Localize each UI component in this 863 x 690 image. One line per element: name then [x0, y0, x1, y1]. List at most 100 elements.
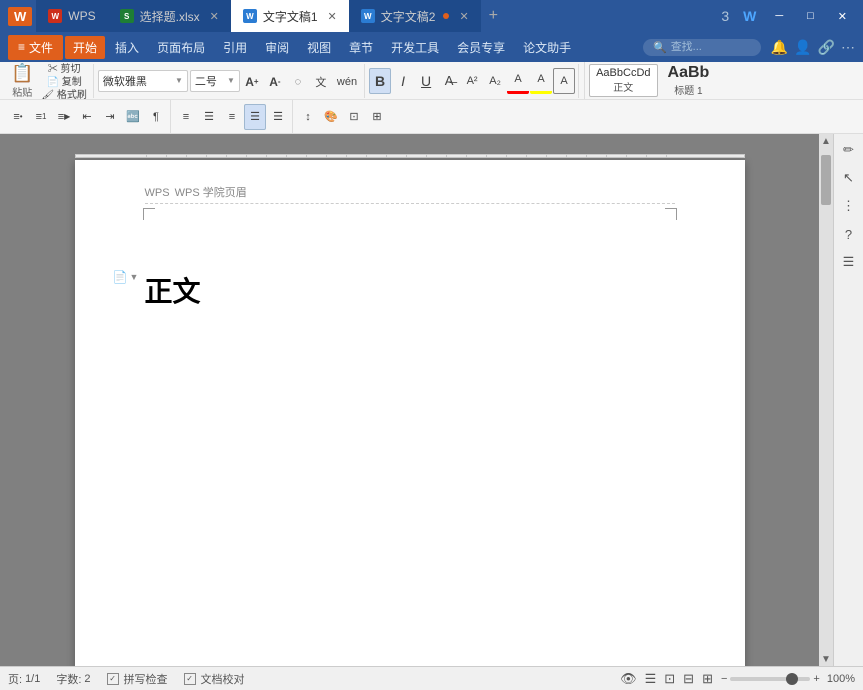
- tab-close-doc1[interactable]: ✕: [328, 10, 337, 23]
- style-normal-button[interactable]: AaBbCcDd 正文: [589, 64, 657, 97]
- clear-format-button[interactable]: ◌: [287, 69, 309, 95]
- list-num-button[interactable]: ≡1: [30, 104, 52, 130]
- eye-icon[interactable]: 👁: [620, 671, 637, 687]
- align-center-button[interactable]: ☰: [198, 104, 220, 130]
- wencao-button[interactable]: 文: [310, 69, 332, 95]
- tab-icon-wps: W: [48, 9, 62, 23]
- border-button[interactable]: ⊡: [343, 104, 365, 130]
- strikethrough-button[interactable]: A̶: [438, 68, 460, 94]
- paragraph-icon-area[interactable]: 📄 ▼: [113, 270, 139, 284]
- scroll-track[interactable]: [821, 150, 831, 650]
- format-brush-button[interactable]: 🖌 格式刷: [38, 88, 89, 100]
- superscript-button[interactable]: A²: [461, 68, 483, 94]
- doc-page[interactable]: WPS WPS 学院页眉 📄 ▼ 正文: [75, 160, 745, 666]
- zoom-thumb[interactable]: [786, 673, 798, 685]
- menu-item-chapter[interactable]: 章节: [341, 36, 381, 59]
- doc-check-checkbox[interactable]: ✓: [184, 673, 196, 685]
- zoom-slider[interactable]: [730, 677, 810, 681]
- align-justify-button[interactable]: ☰: [244, 104, 266, 130]
- outdent-button[interactable]: ⇤: [76, 104, 98, 130]
- right-sidebar-help-button[interactable]: ?: [837, 222, 861, 246]
- menu-item-start[interactable]: 开始: [65, 36, 105, 59]
- share-icon[interactable]: 🔗: [818, 39, 835, 56]
- cut-button[interactable]: ✂ 剪切: [38, 62, 89, 74]
- menu-item-review[interactable]: 审阅: [257, 36, 297, 59]
- indent-button[interactable]: ⇥: [99, 104, 121, 130]
- layout1-icon[interactable]: ☰: [645, 671, 657, 687]
- align-right-button[interactable]: ≡: [221, 104, 243, 130]
- right-sidebar-more-button[interactable]: ⋮: [837, 194, 861, 218]
- tab-xlsx[interactable]: S 选择题.xlsx ✕: [108, 0, 231, 32]
- font-name-arrow: ▼: [175, 76, 183, 85]
- wps-logo[interactable]: W: [8, 7, 32, 26]
- list-bullet-button[interactable]: ≡•: [7, 104, 29, 130]
- font-size-selector[interactable]: 二号 ▼: [190, 70, 240, 92]
- tab-doc1[interactable]: W 文字文稿1 ✕: [231, 0, 349, 32]
- font-color-button[interactable]: A: [507, 68, 529, 94]
- spell-check-status[interactable]: ✓ 拼写检查: [107, 671, 168, 687]
- menu-file-button[interactable]: ≡ 文件: [8, 35, 63, 60]
- list-multi-button[interactable]: ≡▶: [53, 104, 75, 130]
- line-spacing-button[interactable]: ↕: [297, 104, 319, 130]
- tab-wps[interactable]: W WPS: [36, 0, 107, 32]
- menu-item-insert[interactable]: 插入: [107, 36, 147, 59]
- spell-check-checkbox[interactable]: ✓: [107, 673, 119, 685]
- notification-icon[interactable]: 🔔: [771, 39, 788, 56]
- paragraph-dropdown[interactable]: ▼: [129, 272, 138, 282]
- doc-scroll[interactable]: WPS WPS 学院页眉 📄 ▼ 正文: [0, 134, 819, 666]
- menu-item-view[interactable]: 视图: [299, 36, 339, 59]
- body-content[interactable]: 正文: [145, 270, 675, 310]
- subscript-button[interactable]: A₂: [484, 68, 506, 94]
- sort-button[interactable]: 🔤: [122, 104, 144, 130]
- pinyin-button[interactable]: wén: [333, 69, 361, 95]
- doc-check-status[interactable]: ✓ 文档校对: [184, 671, 245, 687]
- italic-button[interactable]: I: [392, 68, 414, 94]
- user-icon[interactable]: 👤: [794, 39, 811, 56]
- font-grow-button[interactable]: A+: [241, 69, 263, 95]
- menu-item-dev[interactable]: 开发工具: [383, 36, 447, 59]
- maximize-button[interactable]: □: [799, 6, 822, 26]
- search-box[interactable]: 🔍: [643, 39, 761, 56]
- layout4-icon[interactable]: ⊞: [702, 671, 713, 687]
- char-border-button[interactable]: A: [553, 68, 575, 94]
- tab-close-doc2[interactable]: ✕: [459, 10, 468, 23]
- scroll-thumb[interactable]: [821, 155, 831, 205]
- copy-button[interactable]: 📄 复制: [38, 75, 89, 87]
- layout3-icon[interactable]: ⊟: [683, 671, 694, 687]
- shading-button[interactable]: 🎨: [320, 104, 342, 130]
- paste-button[interactable]: 📋 粘贴: [7, 68, 37, 94]
- search-input[interactable]: [671, 41, 751, 53]
- paragraph-mark-button[interactable]: ¶: [145, 104, 167, 130]
- tab-doc2[interactable]: W 文字文稿2 ✕: [349, 0, 481, 32]
- menu-item-vip[interactable]: 会员专享: [449, 36, 513, 59]
- close-button[interactable]: ✕: [830, 6, 855, 27]
- title-icon-1[interactable]: 3: [718, 8, 732, 24]
- highlight-button[interactable]: A: [530, 68, 552, 94]
- table-button[interactable]: ⊞: [366, 104, 388, 130]
- zoom-out-button[interactable]: −: [721, 673, 727, 685]
- right-sidebar-edit-button[interactable]: ✏: [837, 138, 861, 162]
- right-sidebar-cursor-button[interactable]: ↖: [837, 166, 861, 190]
- right-sidebar-comment-button[interactable]: ☰: [837, 250, 861, 274]
- menu-bar: ≡ 文件 开始 插入 页面布局 引用 审阅 视图 章节 开发工具 会员专享 论文…: [0, 32, 863, 62]
- body-text[interactable]: 正文: [145, 270, 675, 310]
- vertical-scrollbar[interactable]: ▲ ▼: [819, 134, 833, 666]
- menu-item-layout[interactable]: 页面布局: [149, 36, 213, 59]
- distribute-button[interactable]: ☰: [267, 104, 289, 130]
- menu-item-ref[interactable]: 引用: [215, 36, 255, 59]
- align-left-button[interactable]: ≡: [175, 104, 197, 130]
- layout2-icon[interactable]: ⊡: [664, 671, 675, 687]
- font-name-selector[interactable]: 微软雅黑 ▼: [98, 70, 188, 92]
- scroll-up-button[interactable]: ▲: [819, 134, 833, 148]
- minimize-button[interactable]: ─: [767, 6, 791, 26]
- menu-item-paper[interactable]: 论文助手: [515, 36, 579, 59]
- more-icon[interactable]: ⋯: [841, 39, 855, 56]
- font-shrink-button[interactable]: A-: [264, 69, 286, 95]
- tab-close-xlsx[interactable]: ✕: [210, 10, 219, 23]
- style-heading1-button[interactable]: AaBb 标题 1: [662, 62, 716, 99]
- add-tab-button[interactable]: +: [481, 0, 506, 32]
- bold-button[interactable]: B: [369, 68, 391, 94]
- underline-button[interactable]: U: [415, 68, 437, 94]
- scroll-down-button[interactable]: ▼: [819, 652, 833, 666]
- zoom-in-button[interactable]: +: [813, 673, 819, 685]
